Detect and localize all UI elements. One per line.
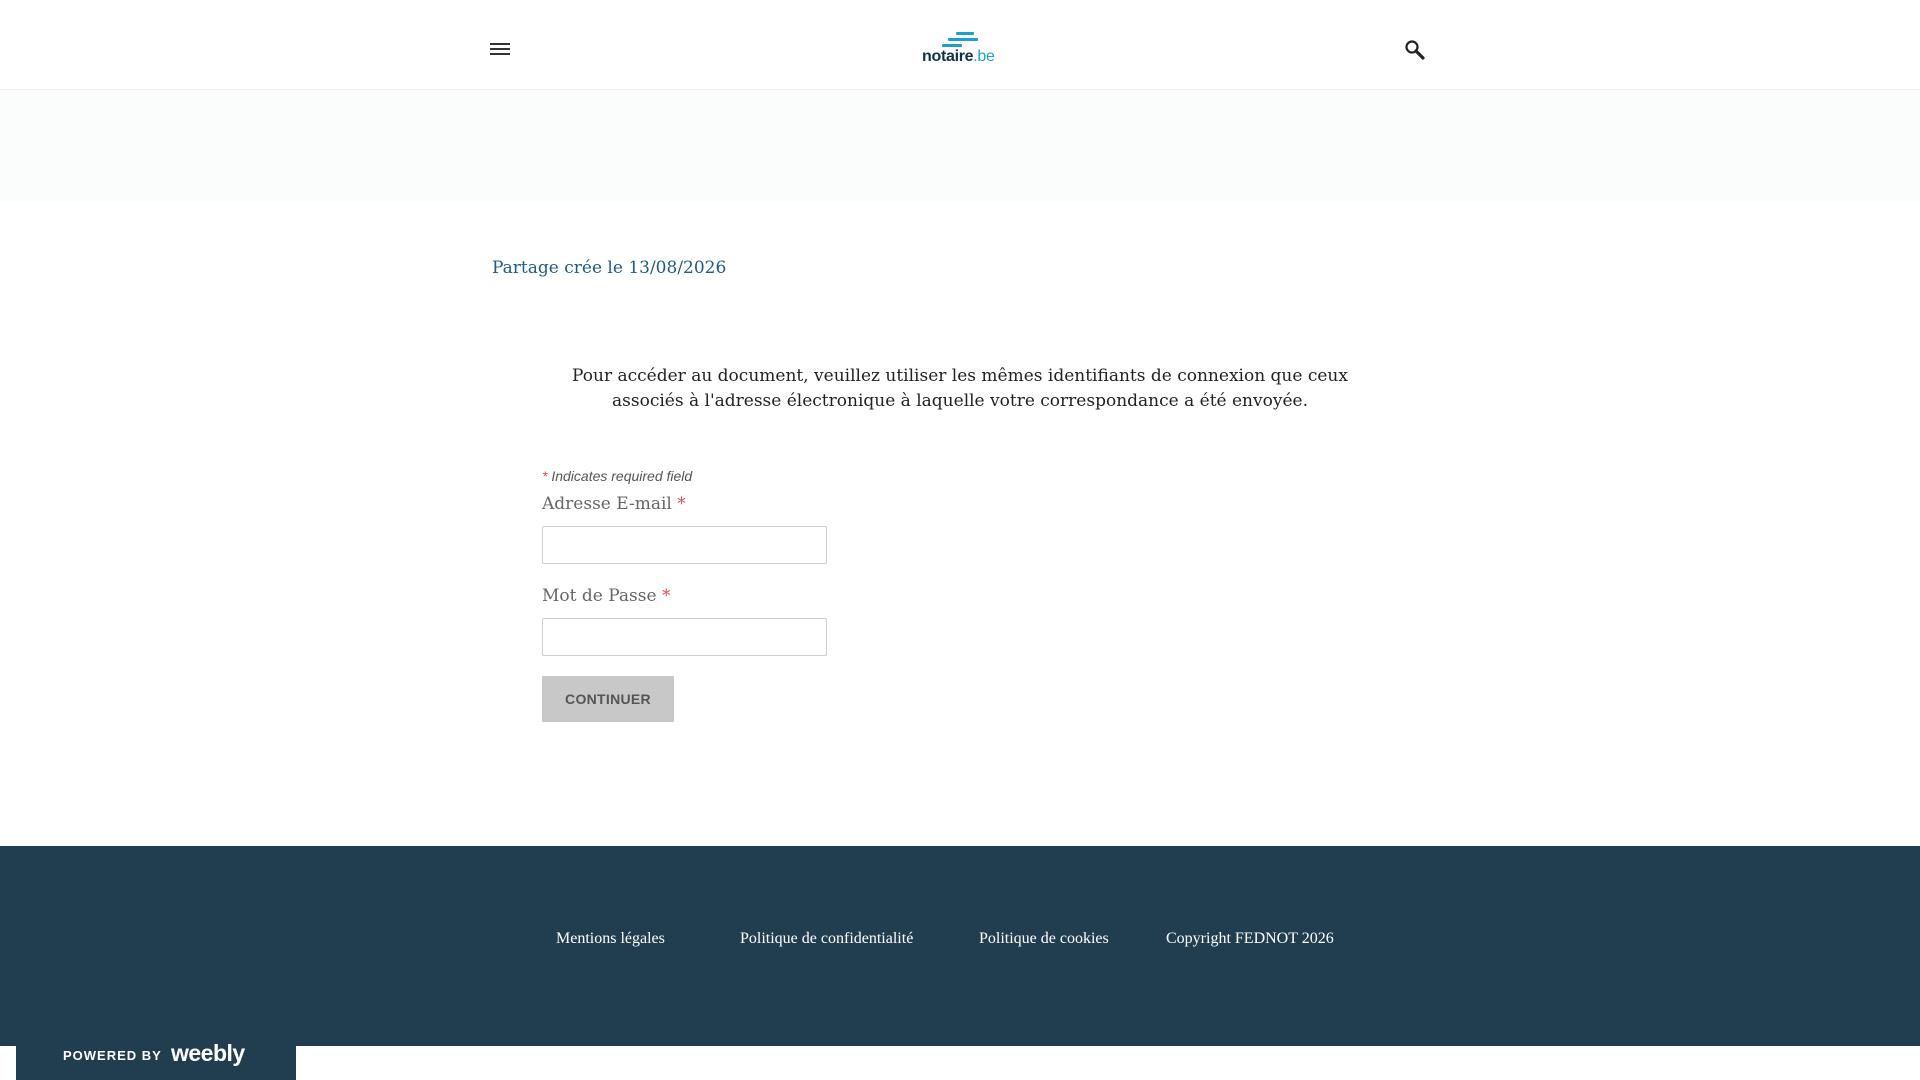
intro-paragraph: Pour accéder au document, veuillez utili…	[572, 366, 1348, 411]
footer-link-cookie-policy[interactable]: Politique de cookies	[979, 930, 1109, 948]
footer-link-privacy-policy[interactable]: Politique de confidentialité	[740, 930, 913, 948]
required-field-note: * Indicates required field	[542, 468, 942, 484]
site-header: notaire.be	[0, 0, 1920, 90]
site-footer: Mentions légales Politique de confidenti…	[0, 846, 1920, 1046]
share-date-text: Partage crée le 13/08/2026	[492, 258, 727, 278]
continue-button[interactable]: CONTINUER	[542, 676, 674, 722]
logo-name: notaire	[922, 48, 974, 65]
email-field[interactable]	[542, 526, 827, 564]
weebly-logo: weebly	[171, 1040, 245, 1066]
powered-by-weebly-badge[interactable]: POWERED BY weebly	[16, 1033, 296, 1080]
password-label: Mot de Passe *	[542, 586, 942, 606]
powered-by-text: POWERED BY	[63, 1048, 162, 1063]
footer-copyright: Copyright FEDNOT 2026	[1166, 930, 1334, 947]
logo-tld: .be	[973, 48, 995, 65]
hamburger-menu-icon[interactable]	[490, 40, 512, 58]
search-icon[interactable]	[1403, 38, 1427, 62]
password-required-marker: *	[661, 586, 671, 606]
password-field[interactable]	[542, 618, 827, 656]
password-label-text: Mot de Passe	[542, 586, 657, 606]
logo-wordmark: notaire.be	[922, 48, 995, 66]
required-marker: *	[542, 468, 548, 484]
page-banner	[0, 91, 1920, 201]
login-form: * Indicates required field Adresse E-mai…	[542, 468, 942, 722]
footer-link-mentions-legales[interactable]: Mentions légales	[556, 930, 665, 948]
site-logo[interactable]: notaire.be	[920, 30, 1002, 70]
email-required-marker: *	[677, 494, 686, 514]
email-label: Adresse E-mail *	[542, 494, 942, 514]
required-note-text: Indicates required field	[551, 468, 693, 484]
email-label-text: Adresse E-mail	[542, 494, 672, 514]
